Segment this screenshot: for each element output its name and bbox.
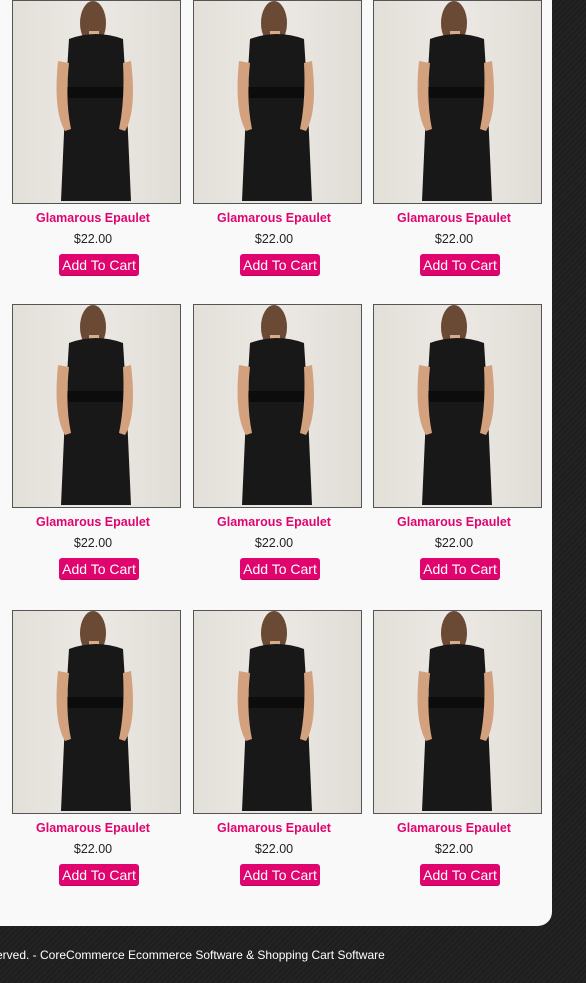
product-name[interactable]: Glamarous Epaulet xyxy=(363,515,545,529)
product-name[interactable]: Glamarous Epaulet xyxy=(363,821,545,835)
add-to-cart-button[interactable]: Add To Cart xyxy=(420,558,500,580)
product-price: $22.00 xyxy=(254,842,294,856)
dress-model-image xyxy=(417,305,494,505)
product-image[interactable] xyxy=(12,304,181,508)
add-to-cart-button[interactable]: Add To Cart xyxy=(240,254,320,276)
product-image[interactable] xyxy=(193,610,362,814)
product-price: $22.00 xyxy=(73,232,113,246)
add-to-cart-button[interactable]: Add To Cart xyxy=(420,254,500,276)
product-image[interactable] xyxy=(373,0,542,204)
product-name[interactable]: Glamarous Epaulet xyxy=(183,515,365,529)
product-price: $22.00 xyxy=(434,842,474,856)
product-price: $22.00 xyxy=(434,232,474,246)
product-grid-panel: Glamarous Epaulet $22.00 Add To Cart Gla… xyxy=(0,0,552,926)
dress-model-image xyxy=(237,1,314,201)
add-to-cart-button[interactable]: Add To Cart xyxy=(420,864,500,886)
add-to-cart-button[interactable]: Add To Cart xyxy=(59,558,139,580)
product-image[interactable] xyxy=(373,304,542,508)
dress-model-image xyxy=(417,1,494,201)
add-to-cart-button[interactable]: Add To Cart xyxy=(240,864,320,886)
footer-copyright: erved. - CoreCommerce Ecommerce Software… xyxy=(0,948,385,962)
product-price: $22.00 xyxy=(254,232,294,246)
product-price: $22.00 xyxy=(434,536,474,550)
product-name[interactable]: Glamarous Epaulet xyxy=(183,211,365,225)
product-image[interactable] xyxy=(12,610,181,814)
dress-model-image xyxy=(56,611,133,811)
add-to-cart-button[interactable]: Add To Cart xyxy=(240,558,320,580)
product-image[interactable] xyxy=(193,0,362,204)
dress-model-image xyxy=(417,611,494,811)
product-image[interactable] xyxy=(193,304,362,508)
product-image[interactable] xyxy=(373,610,542,814)
product-price: $22.00 xyxy=(73,842,113,856)
product-price: $22.00 xyxy=(73,536,113,550)
dress-model-image xyxy=(56,1,133,201)
product-name[interactable]: Glamarous Epaulet xyxy=(363,211,545,225)
product-name[interactable]: Glamarous Epaulet xyxy=(2,515,184,529)
add-to-cart-button[interactable]: Add To Cart xyxy=(59,864,139,886)
dress-model-image xyxy=(56,305,133,505)
product-name[interactable]: Glamarous Epaulet xyxy=(2,821,184,835)
product-name[interactable]: Glamarous Epaulet xyxy=(183,821,365,835)
product-price: $22.00 xyxy=(254,536,294,550)
product-name[interactable]: Glamarous Epaulet xyxy=(2,211,184,225)
product-image[interactable] xyxy=(12,0,181,204)
add-to-cart-button[interactable]: Add To Cart xyxy=(59,254,139,276)
dress-model-image xyxy=(237,305,314,505)
dress-model-image xyxy=(237,611,314,811)
